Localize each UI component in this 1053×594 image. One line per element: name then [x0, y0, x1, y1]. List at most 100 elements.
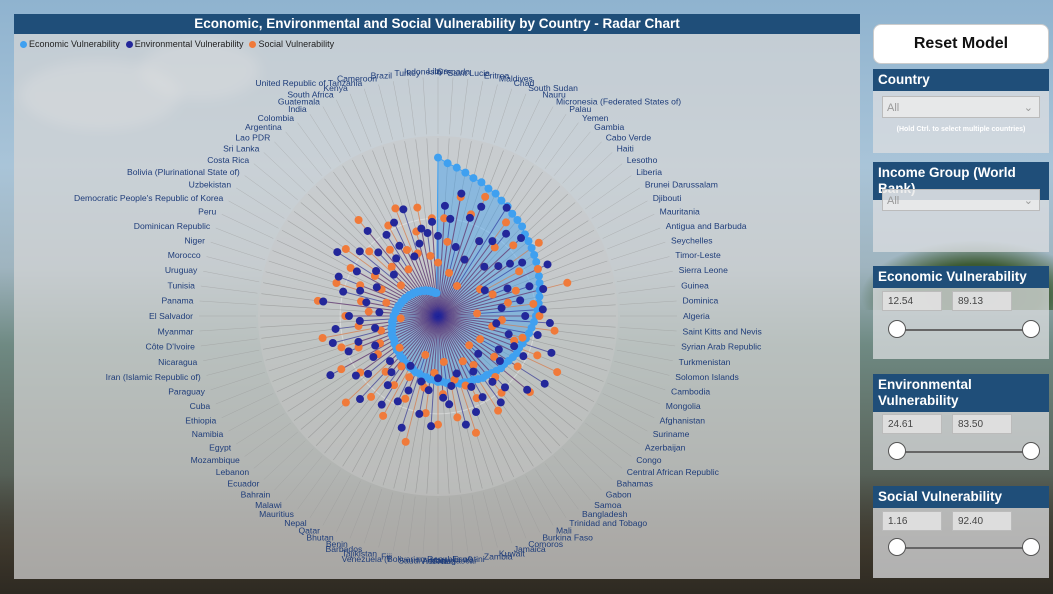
- radar-leader-line: [407, 496, 416, 554]
- country-label: Central African Republic: [627, 467, 720, 477]
- radar-leader-line: [236, 413, 285, 445]
- country-dropdown-value: All: [887, 102, 900, 114]
- country-label: Turkmenistan: [679, 357, 731, 367]
- environmental-point: [495, 356, 504, 365]
- social-point: [341, 398, 350, 407]
- environmental-point: [533, 331, 542, 340]
- radar-leader-line: [210, 241, 265, 260]
- environmental-point: [475, 237, 484, 246]
- social-point: [476, 335, 485, 344]
- social-min-input[interactable]: 1.16: [882, 511, 942, 531]
- environmental-point: [488, 377, 497, 386]
- economic-point: [518, 222, 527, 231]
- income-dropdown[interactable]: All ⌄: [882, 189, 1040, 211]
- environmental-point: [547, 348, 556, 357]
- country-label: Lebanon: [216, 467, 250, 477]
- environmental-point: [452, 369, 461, 378]
- radar-leader-line: [203, 270, 260, 283]
- economic-point: [532, 257, 541, 266]
- environmental-point: [494, 262, 503, 271]
- economic-point: [469, 174, 478, 183]
- country-label: Mongolia: [666, 401, 701, 411]
- environmental-point: [375, 308, 384, 317]
- social-slider-max-handle[interactable]: [1022, 538, 1040, 556]
- environmental-point: [372, 267, 381, 276]
- radar-leader-line: [215, 382, 269, 405]
- environmental-point: [417, 377, 426, 386]
- radar-leader-line: [535, 469, 567, 518]
- environmental-point: [404, 386, 413, 395]
- social-slider-track[interactable]: [897, 547, 1029, 549]
- economic-point: [534, 272, 543, 281]
- country-label: Cambodia: [671, 387, 710, 397]
- country-label: Brunei Darussalam: [645, 180, 718, 190]
- radar-leader-line: [206, 361, 262, 376]
- environmental-point: [478, 393, 487, 402]
- economic-slider-track[interactable]: [897, 329, 1029, 331]
- country-label: Mauritania: [660, 207, 700, 217]
- environmental-point: [392, 254, 401, 263]
- radar-leader-line: [570, 440, 613, 480]
- radar-leader-line: [236, 187, 285, 219]
- environmental-point: [369, 353, 378, 362]
- social-point: [402, 245, 411, 254]
- environmental-max-input[interactable]: 83.50: [952, 414, 1012, 434]
- economic-min-input[interactable]: 12.54: [882, 291, 942, 311]
- social-point: [515, 267, 524, 276]
- social-point: [337, 343, 346, 352]
- environmental-point: [451, 243, 460, 252]
- environmental-point: [467, 382, 476, 391]
- environmental-point: [434, 374, 442, 383]
- environmental-point: [516, 296, 525, 305]
- economic-slider-max-handle[interactable]: [1022, 320, 1040, 338]
- country-dropdown[interactable]: All ⌄: [882, 96, 1040, 118]
- country-label: Bahamas: [617, 479, 653, 489]
- social-point: [458, 357, 467, 366]
- economic-max-input[interactable]: 89.13: [952, 291, 1012, 311]
- country-label: Iran (Islamic Republic of): [106, 372, 201, 382]
- environmental-point: [389, 270, 398, 279]
- reset-model-button[interactable]: Reset Model: [873, 24, 1049, 64]
- radar-leader-line: [614, 361, 670, 376]
- radar-leader-line: [363, 489, 382, 544]
- environmental-slider-max-handle[interactable]: [1022, 442, 1040, 460]
- radar-leader-line: [544, 463, 579, 510]
- radar-leader-line: [607, 227, 661, 250]
- radar-leader-line: [616, 349, 673, 362]
- environmental-point: [477, 202, 486, 211]
- country-label: Syrian Arab Republic: [681, 342, 762, 352]
- environmental-min-input[interactable]: 24.61: [882, 414, 942, 434]
- radar-leader-line: [562, 448, 602, 491]
- country-label: Antigua and Barbuda: [666, 221, 747, 231]
- radar-leader-line: [309, 469, 341, 518]
- environmental-point: [339, 287, 348, 296]
- radar-leader-line: [206, 256, 262, 271]
- country-label: Egypt: [209, 442, 232, 452]
- country-label: Gambia: [594, 122, 624, 132]
- radar-leader-line: [263, 440, 306, 480]
- economic-point: [508, 209, 517, 218]
- country-label: Cabo Verde: [606, 132, 652, 142]
- social-point: [379, 411, 388, 420]
- radar-chart[interactable]: LibyaGrenadaSaint LuciaEritreaMaldivesCh…: [14, 14, 860, 579]
- environmental-point: [345, 312, 353, 320]
- social-slider-min-handle[interactable]: [888, 538, 906, 556]
- chevron-down-icon: ⌄: [1023, 102, 1033, 114]
- country-label: Fiji: [381, 552, 392, 562]
- economic-slider-min-handle[interactable]: [888, 320, 906, 338]
- social-point: [481, 192, 490, 201]
- environmental-point: [410, 252, 419, 261]
- environmental-point: [355, 316, 364, 325]
- environmental-point: [415, 239, 424, 248]
- environmental-point: [480, 262, 489, 271]
- environmental-slider-min-handle[interactable]: [888, 442, 906, 460]
- environmental-slider-track[interactable]: [897, 451, 1029, 453]
- country-label: Dominican Republic: [134, 221, 211, 231]
- radar-leader-line: [602, 393, 655, 418]
- radar-leader-line: [525, 475, 554, 526]
- social-max-input[interactable]: 92.40: [952, 511, 1012, 531]
- radar-leader-line: [274, 141, 314, 184]
- radar-leader-line: [407, 78, 416, 136]
- environmental-point: [356, 395, 365, 404]
- environmental-point: [540, 379, 549, 388]
